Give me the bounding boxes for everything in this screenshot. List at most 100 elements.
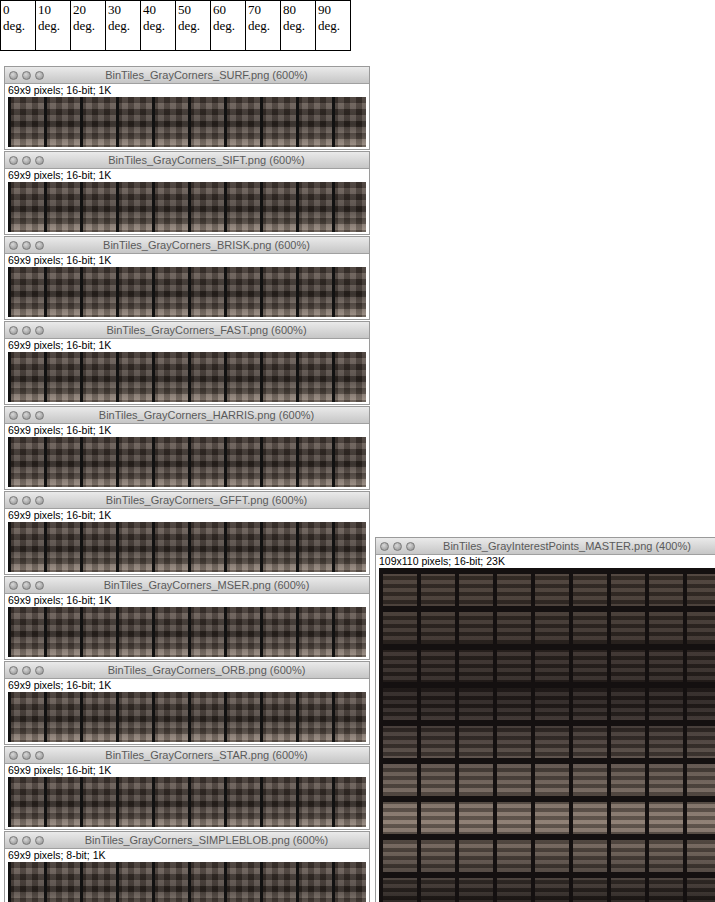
close-button-icon[interactable] — [9, 326, 18, 335]
zoom-button-icon[interactable] — [35, 411, 44, 420]
title-bar[interactable]: BinTiles_GrayCorners_SURF.png (600%) — [5, 67, 369, 84]
degree-cell: 90 deg. — [315, 0, 351, 51]
window-title: BinTiles_GrayCorners_MSER.png (600%) — [48, 579, 365, 591]
image-window[interactable]: BinTiles_GrayCorners_BRISK.png (600%) 69x… — [4, 236, 370, 320]
minimize-button-icon[interactable] — [22, 666, 31, 675]
minimize-button-icon[interactable] — [22, 751, 31, 760]
close-button-icon[interactable] — [380, 542, 389, 551]
minimize-button-icon[interactable] — [22, 496, 31, 505]
close-button-icon[interactable] — [9, 751, 18, 760]
title-bar[interactable]: BinTiles_GrayCorners_SIMPLEBLOB.png (600… — [5, 832, 369, 849]
window-title: BinTiles_GrayCorners_ORB.png (600%) — [48, 664, 365, 676]
minimize-button-icon[interactable] — [22, 836, 31, 845]
zoom-button-icon[interactable] — [35, 156, 44, 165]
title-bar[interactable]: BinTiles_GrayInterestPoints_MASTER.png (… — [376, 538, 715, 555]
tile-strip-image — [8, 182, 366, 232]
image-window[interactable]: BinTiles_GrayCorners_FAST.png (600%)69x9… — [4, 321, 370, 405]
degree-cell: 80 deg. — [280, 0, 316, 51]
tile-strip-image — [8, 522, 366, 572]
title-bar[interactable]: BinTiles_GrayCorners_HARRIS.png (600%) — [5, 407, 369, 424]
zoom-button-icon[interactable] — [35, 836, 44, 845]
degree-cell: 20 deg. — [70, 0, 106, 51]
close-button-icon[interactable] — [9, 241, 18, 250]
tile-strip-image — [8, 352, 366, 402]
image-window[interactable]: BinTiles_GrayCorners_SURF.png (600%) 69x9… — [4, 66, 370, 150]
zoom-button-icon[interactable] — [406, 542, 415, 551]
image-window[interactable]: BinTiles_GrayCorners_SIFT.png (600%) 69x9… — [4, 151, 370, 235]
minimize-button-icon[interactable] — [393, 542, 402, 551]
zoom-button-icon[interactable] — [35, 581, 44, 590]
minimize-button-icon[interactable] — [22, 411, 31, 420]
degree-cell: 40 deg. — [140, 0, 176, 51]
tile-strip-image — [8, 437, 366, 487]
degree-cell: 50 deg. — [175, 0, 211, 51]
tile-strip-image — [8, 692, 366, 742]
window-title: BinTiles_GrayCorners_SURF.png (600%) — [48, 69, 365, 81]
zoom-button-icon[interactable] — [35, 666, 44, 675]
tile-strip-image — [8, 267, 366, 317]
image-info: 109x110 pixels; 16-bit; 23K — [376, 555, 715, 567]
minimize-button-icon[interactable] — [22, 156, 31, 165]
close-button-icon[interactable] — [9, 411, 18, 420]
image-window[interactable]: BinTiles_GrayCorners_ORB.png (600%)69x9 … — [4, 661, 370, 745]
tile-strip-image — [8, 777, 366, 827]
tile-strip-image — [8, 862, 366, 902]
window-title: BinTiles_GrayInterestPoints_MASTER.png (… — [419, 540, 715, 552]
title-bar[interactable]: BinTiles_GrayCorners_SIFT.png (600%) — [5, 152, 369, 169]
minimize-button-icon[interactable] — [22, 71, 31, 80]
master-tile-image — [379, 568, 715, 902]
degree-header: 0 deg.10 deg.20 deg.30 deg.40 deg.50 deg… — [0, 0, 372, 51]
close-button-icon[interactable] — [9, 836, 18, 845]
window-title: BinTiles_GrayCorners_STAR.png (600%) — [48, 749, 365, 761]
image-window[interactable]: BinTiles_GrayCorners_GFFT.png (600%) 69x9… — [4, 491, 370, 575]
close-button-icon[interactable] — [9, 156, 18, 165]
window-title: BinTiles_GrayCorners_SIMPLEBLOB.png (600… — [48, 834, 365, 846]
minimize-button-icon[interactable] — [22, 326, 31, 335]
image-info: 69x9 pixels; 16-bit; 1K — [5, 254, 369, 266]
minimize-button-icon[interactable] — [22, 241, 31, 250]
image-info: 69x9 pixels; 8-bit; 1K — [5, 849, 369, 861]
close-button-icon[interactable] — [9, 496, 18, 505]
tile-strip-image — [8, 607, 366, 657]
title-bar[interactable]: BinTiles_GrayCorners_STAR.png (600%) — [5, 747, 369, 764]
image-info: 69x9 pixels; 16-bit; 1K — [5, 594, 369, 606]
master-window-place: BinTiles_GrayInterestPoints_MASTER.png (… — [375, 537, 715, 902]
image-window[interactable]: BinTiles_GrayCorners_HARRIS.png (600%) 69… — [4, 406, 370, 490]
window-title: BinTiles_GrayCorners_HARRIS.png (600%) — [48, 409, 365, 421]
image-info: 69x9 pixels; 16-bit; 1K — [5, 84, 369, 96]
image-info: 69x9 pixels; 16-bit; 1K — [5, 509, 369, 521]
title-bar[interactable]: BinTiles_GrayCorners_ORB.png (600%) — [5, 662, 369, 679]
window-title: BinTiles_GrayCorners_GFFT.png (600%) — [48, 494, 365, 506]
zoom-button-icon[interactable] — [35, 496, 44, 505]
degree-cell: 0 deg. — [0, 0, 36, 51]
zoom-button-icon[interactable] — [35, 751, 44, 760]
minimize-button-icon[interactable] — [22, 581, 31, 590]
image-window[interactable]: BinTiles_GrayCorners_STAR.png (600%) 69x9… — [4, 746, 370, 830]
image-info: 69x9 pixels; 16-bit; 1K — [5, 169, 369, 181]
degree-cell: 70 deg. — [245, 0, 281, 51]
window-title: BinTiles_GrayCorners_SIFT.png (600%) — [48, 154, 365, 166]
image-window[interactable]: BinTiles_GrayCorners_SIMPLEBLOB.png (600… — [4, 831, 370, 902]
zoom-button-icon[interactable] — [35, 71, 44, 80]
image-window[interactable]: BinTiles_GrayCorners_MSER.png (600%) 69x9… — [4, 576, 370, 660]
master-window[interactable]: BinTiles_GrayInterestPoints_MASTER.png (… — [375, 537, 715, 902]
title-bar[interactable]: BinTiles_GrayCorners_MSER.png (600%) — [5, 577, 369, 594]
close-button-icon[interactable] — [9, 71, 18, 80]
tile-strip-image — [8, 97, 366, 147]
zoom-button-icon[interactable] — [35, 326, 44, 335]
title-bar[interactable]: BinTiles_GrayCorners_GFFT.png (600%) — [5, 492, 369, 509]
image-info: 69x9 pixels; 16-bit; 1K — [5, 424, 369, 436]
title-bar[interactable]: BinTiles_GrayCorners_FAST.png (600%) — [5, 322, 369, 339]
image-info: 69x9 pixels; 16-bit; 1K — [5, 339, 369, 351]
desktop: 0 deg.10 deg.20 deg.30 deg.40 deg.50 deg… — [0, 0, 715, 902]
close-button-icon[interactable] — [9, 581, 18, 590]
image-info: 69x9 pixels; 16-bit; 1K — [5, 764, 369, 776]
zoom-button-icon[interactable] — [35, 241, 44, 250]
close-button-icon[interactable] — [9, 666, 18, 675]
degree-cell: 10 deg. — [35, 0, 71, 51]
degree-cell: 30 deg. — [105, 0, 141, 51]
title-bar[interactable]: BinTiles_GrayCorners_BRISK.png (600%) — [5, 237, 369, 254]
left-column: 0 deg.10 deg.20 deg.30 deg.40 deg.50 deg… — [0, 0, 372, 902]
degree-cell: 60 deg. — [210, 0, 246, 51]
window-title: BinTiles_GrayCorners_BRISK.png (600%) — [48, 239, 365, 251]
